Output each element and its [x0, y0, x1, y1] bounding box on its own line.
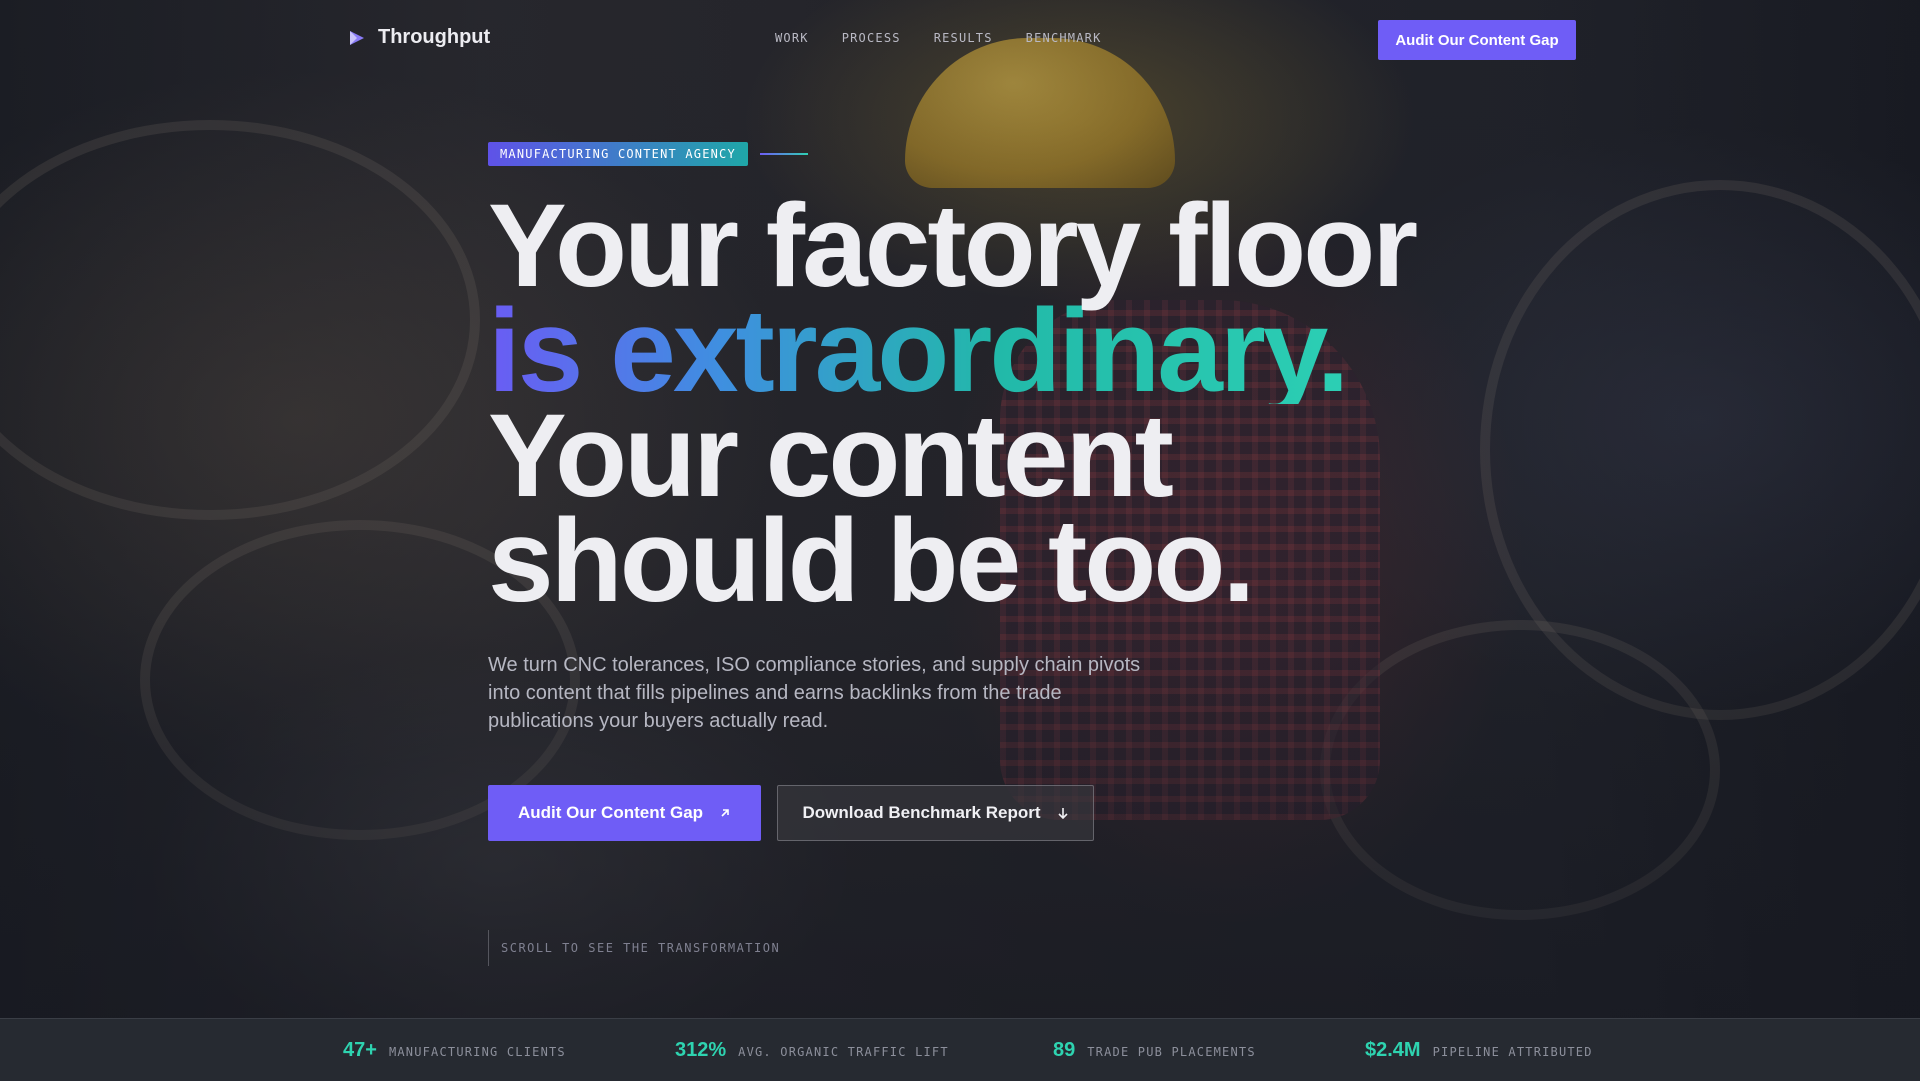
nav-link-work[interactable]: WORK	[775, 31, 809, 45]
headline-line-3: Your content	[488, 390, 1174, 522]
stat-value: $2.4M	[1365, 1039, 1421, 1061]
play-triangle-logo-icon	[350, 30, 364, 45]
nav-link-results[interactable]: RESULTS	[934, 31, 993, 45]
headline-line-2: is extraordinary.	[488, 292, 1415, 410]
audit-content-gap-button[interactable]: Audit Our Content Gap	[488, 785, 761, 841]
main-nav: WORK PROCESS RESULTS BENCHMARK	[775, 31, 1102, 45]
download-button-label: Download Benchmark Report	[802, 803, 1041, 822]
audit-button-label: Audit Our Content Gap	[517, 803, 704, 822]
nav-link-benchmark[interactable]: BENCHMARK	[1026, 31, 1102, 45]
headline-line-4: should be too.	[488, 495, 1255, 627]
stat-value: 312%	[675, 1039, 727, 1061]
brand-logo[interactable]: Throughput	[348, 26, 490, 49]
stat-traffic-lift: 312% AVG. ORGANIC TRAFFIC LIFT	[675, 1039, 949, 1062]
brand-name: Throughput	[378, 26, 491, 48]
hero-tag: MANUFACTURING CONTENT AGENCY	[488, 142, 748, 166]
arrow-down-icon	[1057, 808, 1068, 819]
hero-description: We turn CNC tolerances, ISO compliance s…	[488, 654, 1141, 732]
nav-audit-button[interactable]: Audit Our Content Gap	[1378, 20, 1576, 60]
stat-label: PIPELINE ATTRIBUTED	[1432, 1045, 1593, 1059]
download-report-button[interactable]: Download Benchmark Report	[777, 785, 1094, 841]
stat-value: 47+	[343, 1039, 377, 1061]
nav-link-process[interactable]: PROCESS	[842, 31, 901, 45]
hero-headline: Your factory floor is extraordinary. You…	[488, 180, 1418, 627]
headline-line-1: Your factory floor	[488, 180, 1418, 312]
stat-label: AVG. ORGANIC TRAFFIC LIFT	[738, 1045, 949, 1059]
stat-value: 89	[1053, 1039, 1076, 1061]
stat-label: MANUFACTURING CLIENTS	[388, 1045, 566, 1059]
scroll-hint: SCROLL TO SEE THE TRANSFORMATION	[488, 930, 780, 966]
arrow-up-right-icon	[721, 809, 729, 817]
stats-bar: 47+ MANUFACTURING CLIENTS 312% AVG. ORGA…	[0, 1018, 1920, 1081]
tag-divider-line	[759, 153, 808, 155]
hero-tag-row: MANUFACTURING CONTENT AGENCY	[488, 142, 808, 166]
scroll-hint-text: SCROLL TO SEE THE TRANSFORMATION	[501, 941, 781, 955]
stat-clients: 47+ MANUFACTURING CLIENTS	[343, 1039, 566, 1062]
stat-label: TRADE PUB PLACEMENTS	[1087, 1045, 1256, 1059]
stat-pipeline: $2.4M PIPELINE ATTRIBUTED	[1365, 1039, 1593, 1062]
scroll-indicator-line	[488, 930, 489, 966]
stat-placements: 89 TRADE PUB PLACEMENTS	[1053, 1039, 1256, 1062]
